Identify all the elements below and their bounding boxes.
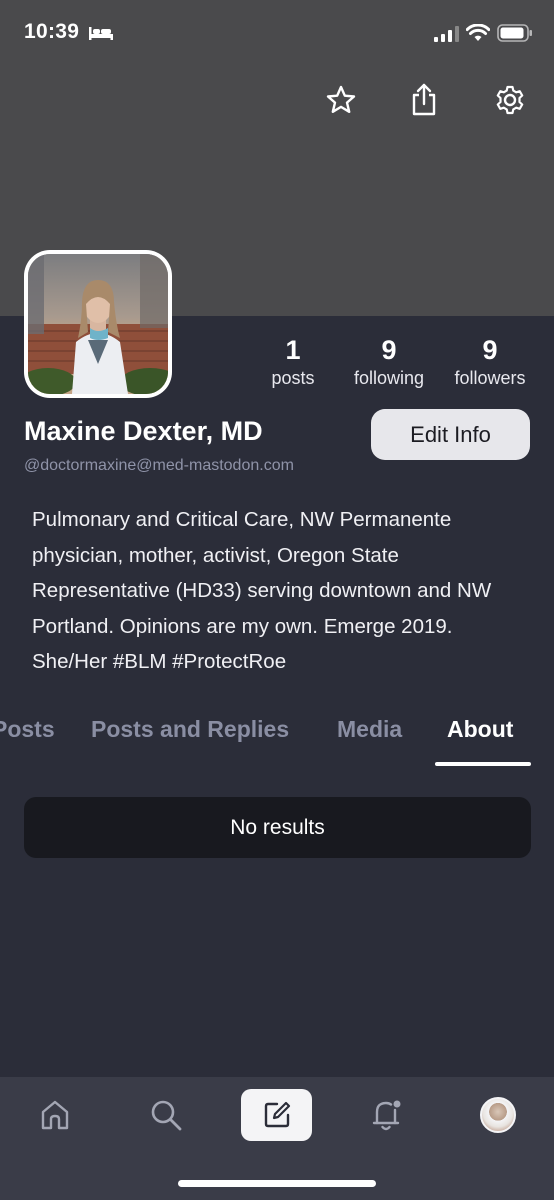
share-button[interactable]	[402, 78, 446, 122]
nav-home[interactable]	[25, 1089, 85, 1141]
cellular-signal-icon	[434, 26, 460, 47]
following-count: 9	[381, 335, 397, 365]
status-time: 10:39	[24, 20, 80, 43]
home-icon	[41, 1100, 69, 1130]
favorite-button[interactable]	[319, 78, 363, 122]
stat-following[interactable]: 9 following	[348, 334, 430, 390]
stat-followers[interactable]: 9 followers	[449, 334, 531, 390]
wifi-icon	[465, 23, 491, 47]
empty-results-text: No results	[230, 815, 325, 839]
nav-compose[interactable]	[241, 1089, 312, 1141]
settings-button[interactable]	[488, 78, 532, 122]
followers-count: 9	[482, 335, 498, 365]
nav-notifications[interactable]	[357, 1089, 417, 1141]
gear-icon	[496, 85, 524, 115]
display-name: Maxine Dexter, MD	[24, 416, 263, 446]
profile-avatar[interactable]	[24, 250, 172, 398]
tab-about[interactable]: About	[447, 716, 513, 743]
stat-posts[interactable]: 1 posts	[268, 334, 318, 390]
battery-icon	[497, 24, 533, 47]
avatar-photo	[28, 254, 168, 394]
home-indicator	[178, 1180, 376, 1187]
empty-results: No results	[24, 797, 531, 858]
search-icon	[151, 1100, 182, 1131]
posts-label: posts	[271, 368, 315, 388]
tab-posts[interactable]: Posts	[0, 716, 55, 743]
account-handle: @doctormaxine@med-mastodon.com	[24, 457, 294, 474]
followers-label: followers	[454, 368, 526, 388]
profile-tabs: Posts Posts and Replies Media About	[0, 716, 554, 768]
following-label: following	[353, 368, 425, 388]
tab-posts-and-replies[interactable]: Posts and Replies	[91, 716, 289, 743]
active-tab-indicator	[435, 762, 531, 766]
profile-tab-avatar	[480, 1097, 516, 1133]
status-bar: 10:39	[0, 0, 554, 70]
share-icon	[412, 83, 436, 116]
nav-profile[interactable]	[468, 1089, 528, 1141]
star-icon	[326, 85, 356, 113]
profile-header-actions	[0, 78, 554, 122]
posts-count: 1	[285, 335, 301, 365]
edit-info-button[interactable]: Edit Info	[371, 409, 530, 460]
nav-search[interactable]	[136, 1089, 196, 1141]
tab-media[interactable]: Media	[337, 716, 402, 743]
profile-bio: Pulmonary and Critical Care, NW Permanen…	[32, 508, 492, 673]
bell-icon	[372, 1100, 401, 1131]
compose-icon	[264, 1101, 290, 1128]
sleep-mode-icon	[88, 24, 114, 47]
